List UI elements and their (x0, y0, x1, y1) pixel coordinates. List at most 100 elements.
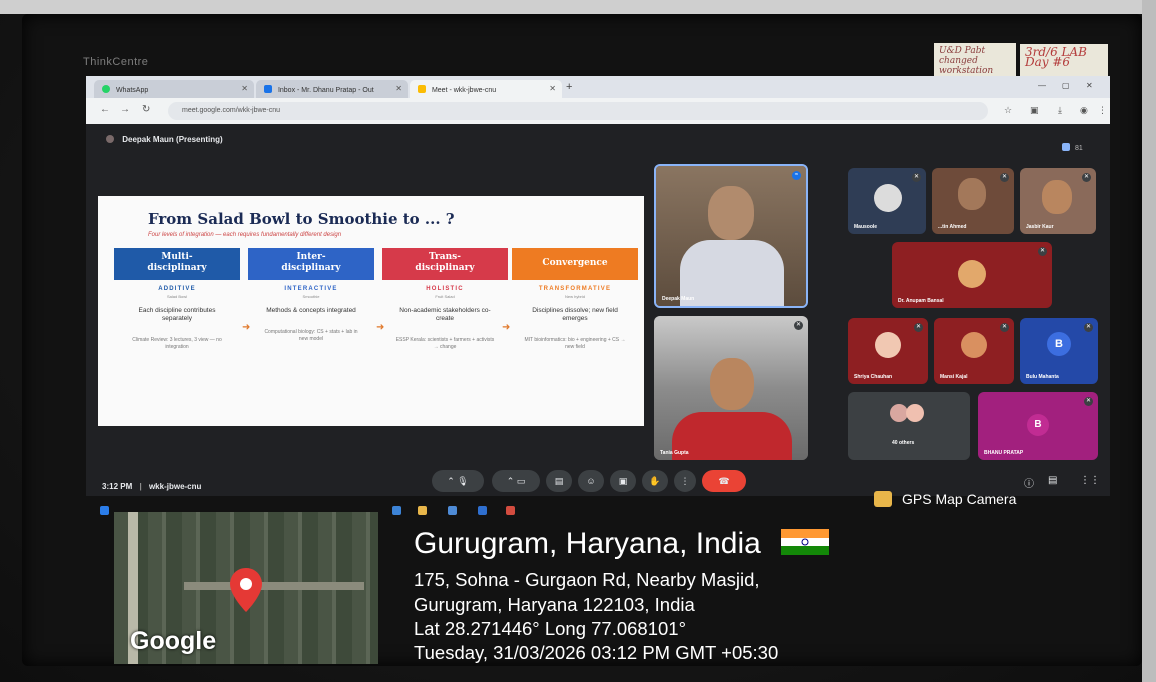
address-bar-row: ← → ↻ meet.google.com/wkk-jbwe-cnu ☆ ▣ ⤓… (86, 98, 1110, 124)
column-tag: INTERACTIVE (284, 286, 338, 292)
mic-off-icon: ✕ (794, 321, 803, 330)
mic-button[interactable]: ⌃ 🎙 (432, 470, 484, 492)
column-small: Fruit Salad (435, 294, 455, 299)
gps-address-line-1: 175, Sohna - Gurgaon Rd, Nearby Masjid, (414, 569, 760, 590)
mic-off-icon: ✕ (1000, 173, 1009, 182)
close-icon[interactable]: ✕ (241, 84, 248, 93)
mic-off-icon: ✕ (1000, 323, 1009, 332)
monitor-brand: ThinkCentre (83, 56, 149, 68)
others-count: 40 others (892, 440, 915, 446)
participant-tile-deepak[interactable]: ≈ Deepak Maun (654, 164, 808, 308)
raise-hand-button[interactable]: ✋ (642, 470, 668, 492)
url-field[interactable]: meet.google.com/wkk-jbwe-cnu (168, 102, 988, 120)
gps-city-text: Gurugram, Haryana, India (414, 527, 761, 560)
chrome-icon[interactable] (506, 506, 515, 515)
tab-inbox[interactable]: Inbox - Mr. Dhanu Pratap - Out ✕ (256, 80, 408, 98)
participant-tile[interactable]: ✕ Mansi Kajal (934, 318, 1014, 384)
map-logo: Google (130, 627, 217, 655)
column-body: Non-academic stakeholders co-create (399, 307, 491, 322)
more-options-button[interactable]: ⋮ (674, 470, 696, 492)
participant-tile[interactable]: ✕ ...tin Ahmed (932, 168, 1014, 234)
separator: | (139, 482, 142, 491)
presenter-avatar (106, 135, 114, 143)
participant-tile[interactable]: ✕ Jasbir Kaur (1020, 168, 1096, 234)
person-head (708, 186, 754, 240)
gps-app-label: GPS Map Camera (874, 491, 1016, 507)
participant-name: Deepak Maun (662, 296, 695, 302)
participant-name: Bulu Mahanta (1026, 374, 1059, 380)
wall-right (1142, 0, 1156, 682)
taskbar-app-icon[interactable] (448, 506, 457, 515)
participant-tile-tania[interactable]: ✕ Tania Gupta (654, 316, 808, 460)
extensions-icon[interactable]: ▣ (1030, 105, 1039, 116)
mic-off-icon: ✕ (912, 173, 921, 182)
participant-tile[interactable]: ✕ Shriya Chauhan (848, 318, 928, 384)
emoji-button[interactable]: ☺ (578, 470, 604, 492)
gps-address-line-2: Gurugram, Haryana 122103, India (414, 594, 695, 615)
avatar (875, 332, 901, 358)
participant-name: Dr. Anupam Bansal (898, 298, 944, 304)
maximize-icon[interactable]: ▢ (1062, 81, 1070, 90)
participant-tile[interactable]: B ✕ BHANU PRATAP (978, 392, 1098, 460)
others-tile[interactable]: 40 others (848, 392, 970, 460)
close-icon[interactable]: ✕ (395, 84, 402, 93)
column-body: Each discipline contributes separately (138, 307, 216, 322)
person-shirt (680, 240, 784, 306)
slide-title: From Salad Bowl to Smoothie to ... ? (148, 210, 455, 228)
tab-meet[interactable]: Meet - wkk-jbwe-cnu ✕ (410, 80, 562, 98)
captions-button[interactable]: ▤ (546, 470, 572, 492)
column-body: Disciplines dissolve; new field emerges (532, 307, 618, 322)
forward-icon[interactable]: → (120, 104, 130, 115)
slide-column-multidisciplinary: Multi- disciplinary ADDITIVE Salad Bowl … (114, 248, 240, 418)
column-tag: TRANSFORMATIVE (538, 286, 612, 292)
outlook-icon (264, 85, 272, 93)
person-head (1042, 180, 1072, 214)
download-icon[interactable]: ⤓ (1058, 105, 1062, 116)
close-icon[interactable]: ✕ (549, 84, 556, 93)
activities-icon[interactable]: ⋮⋮ (1080, 475, 1100, 486)
gps-datetime: Tuesday, 31/03/2026 03:12 PM GMT +05:30 (414, 642, 779, 663)
menu-icon[interactable]: ⋮ (1098, 105, 1107, 116)
taskbar-app-icon[interactable] (392, 506, 401, 515)
tab-label: Inbox - Mr. Dhanu Pratap - Out (277, 87, 374, 94)
column-body: Methods & concepts integrated (266, 307, 356, 314)
column-tag: ADDITIVE (158, 286, 196, 292)
column-example: MIT bioinformatics: bio + engineering + … (524, 337, 626, 350)
participant-tile[interactable]: B ✕ Bulu Mahanta (1020, 318, 1098, 384)
avatar (874, 184, 902, 212)
gps-city: Gurugram, Haryana, India (414, 527, 830, 561)
participant-name: Jasbir Kaur (1026, 224, 1054, 230)
mic-off-icon: ✕ (1082, 173, 1091, 182)
column-small: Salad Bowl (166, 294, 187, 299)
folder-icon[interactable] (418, 506, 427, 515)
minimize-icon[interactable]: — (1038, 81, 1046, 90)
column-tag: HOLISTIC (426, 286, 464, 292)
camera-button[interactable]: ⌃ ▭ (492, 470, 540, 492)
arrow-icon: ➜ (502, 322, 511, 333)
bookmark-star-icon[interactable]: ☆ (1004, 105, 1012, 116)
windows-start-icon[interactable] (100, 506, 109, 515)
new-tab-button[interactable]: + (566, 81, 572, 93)
participant-count[interactable]: 81 (1062, 143, 1083, 152)
column-heading: Trans- disciplinary (382, 248, 508, 280)
tab-whatsapp[interactable]: WhatsApp ✕ (94, 80, 254, 98)
taskbar-app-icon[interactable] (478, 506, 487, 515)
present-button[interactable]: ▣ (610, 470, 636, 492)
participant-tile[interactable]: ✕ Mausoole (848, 168, 926, 234)
chat-icon[interactable]: ▤ (1048, 475, 1057, 486)
participant-tile[interactable]: ✕ Dr. Anupam Bansal (892, 242, 1052, 308)
slide-subtitle: Four levels of integration — each requir… (148, 232, 342, 238)
end-call-button[interactable]: ☎ (702, 470, 746, 492)
column-example: Computational biology: CS + stats + lab … (264, 329, 358, 342)
avatar: B (1047, 332, 1071, 356)
info-icon[interactable]: ⓘ (1024, 475, 1034, 490)
column-small: Smoothie (302, 294, 320, 299)
reload-icon[interactable]: ↻ (142, 104, 150, 115)
back-icon[interactable]: ← (100, 104, 110, 115)
tab-label: WhatsApp (115, 87, 149, 94)
window-close-icon[interactable]: ✕ (1086, 81, 1093, 90)
india-flag-icon (781, 529, 830, 555)
profile-icon[interactable]: ◉ (1080, 105, 1088, 116)
participant-count-value: 81 (1074, 145, 1083, 152)
camera-icon (874, 491, 892, 507)
